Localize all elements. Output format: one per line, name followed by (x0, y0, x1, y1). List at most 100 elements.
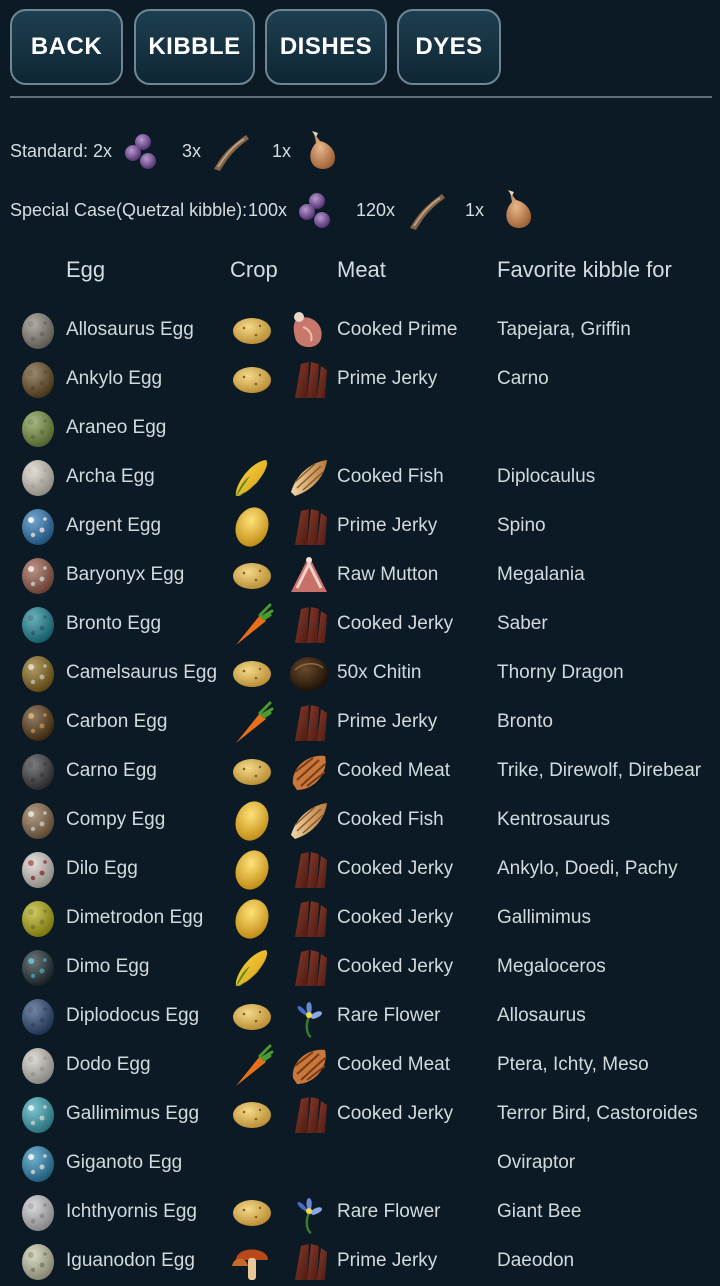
table-row: Carno Egg Cooked Meat Trike, Direwolf, Dir… (0, 746, 720, 795)
meat-name: Prime Jerky (337, 711, 438, 732)
egg-name: Allosaurus Egg (66, 319, 194, 340)
favorite-for: Kentrosaurus (497, 809, 611, 830)
egg-icon (20, 1045, 56, 1085)
back-button[interactable]: BACK (10, 9, 123, 85)
egg-icon (20, 1094, 56, 1134)
dyes-tab-button[interactable]: DYES (397, 9, 501, 85)
egg-icon (20, 408, 56, 448)
corn-icon (235, 950, 268, 986)
favorite-for: Diplocaulus (497, 466, 596, 487)
favorite-for: Allosaurus (497, 1005, 586, 1026)
meat-name: Cooked Meat (337, 760, 451, 781)
mushroom-icon (232, 1249, 268, 1280)
table-row: Dimo Egg Cooked Jerky Megaloceros (0, 942, 720, 991)
meat-name: 50x Chitin (337, 662, 422, 683)
meat-name: Prime Jerky (337, 515, 438, 536)
meat-name: Prime Jerky (337, 1250, 438, 1271)
special-meat-qty: 1x (465, 200, 485, 220)
jerky-icon (295, 1244, 327, 1280)
meat-name: Cooked Jerky (337, 858, 454, 879)
meat-name: Cooked Jerky (337, 956, 454, 977)
table-row: Giganoto Egg Oviraptor (0, 1138, 720, 1187)
fiber-icon (410, 194, 445, 230)
meat-name: Cooked Meat (337, 1054, 451, 1075)
jerky-icon (295, 607, 327, 643)
jerky-icon (295, 1097, 327, 1133)
jerky-icon (295, 705, 327, 741)
meat-name: Cooked Jerky (337, 907, 454, 928)
egg-icon (20, 947, 56, 987)
meat-name: Rare Flower (337, 1201, 441, 1222)
egg-icon (20, 898, 56, 938)
egg-name: Compy Egg (66, 809, 166, 830)
standard-meat-qty: 1x (272, 141, 292, 161)
potato-icon (233, 661, 271, 687)
flower-icon (297, 1002, 322, 1039)
special-fiber-qty: 120x (356, 200, 396, 220)
table-row: Argent Egg Prime Jerky Spino (0, 501, 720, 550)
favorite-for: Terror Bird, Castoroides (497, 1103, 698, 1124)
egg-name: Gallimimus Egg (66, 1103, 200, 1124)
favorite-column-header: Favorite kibble for (497, 257, 672, 282)
corn-icon (235, 460, 268, 496)
prime-meat-icon (293, 312, 322, 348)
potato-icon (233, 1004, 271, 1030)
table-row: Araneo Egg (0, 403, 720, 452)
potato-icon (233, 563, 271, 589)
egg-icon (20, 996, 56, 1036)
standard-fiber-qty: 3x (182, 141, 202, 161)
meat-name: Prime Jerky (337, 368, 438, 389)
egg-name: Dodo Egg (66, 1054, 151, 1075)
meat-name: Cooked Prime (337, 319, 458, 340)
egg-name: Archa Egg (66, 466, 155, 487)
egg-name: Giganoto Egg (66, 1152, 183, 1173)
table-row: Archa Egg Cooked Fish Diplocaulus (0, 452, 720, 501)
berries-icon (125, 134, 156, 169)
mutton-icon (291, 557, 327, 592)
carrot-icon (236, 603, 274, 645)
favorite-for: Gallimimus (497, 907, 591, 928)
kibble-tab-button[interactable]: KIBBLE (134, 9, 255, 85)
potato-icon (233, 759, 271, 785)
special-berries-qty: 100x (248, 200, 288, 220)
egg-name: Araneo Egg (66, 417, 167, 438)
egg-column-header: Egg (66, 257, 106, 282)
meat-name: Rare Flower (337, 1005, 441, 1026)
table-row: Gallimimus Egg Cooked Jerky Terror Bird, C… (0, 1089, 720, 1138)
cooked-meat-icon (292, 1049, 326, 1084)
lemon-icon (235, 899, 269, 939)
meat-icon (310, 131, 336, 169)
egg-icon (20, 653, 56, 693)
egg-name: Dimo Egg (66, 956, 150, 977)
egg-icon (20, 1192, 56, 1232)
lemon-icon (235, 507, 269, 547)
table-row: Diplodocus Egg Rare Flower Allosaurus (0, 991, 720, 1040)
dishes-tab-button[interactable]: DISHES (265, 9, 387, 85)
egg-icon (20, 1143, 56, 1183)
potato-icon (233, 318, 271, 344)
meat-name: Cooked Jerky (337, 1103, 454, 1124)
carrot-icon (236, 1044, 274, 1086)
jerky-icon (295, 852, 327, 888)
crop-column-header: Crop (230, 257, 278, 282)
favorite-for: Thorny Dragon (497, 662, 624, 683)
meat-name: Cooked Jerky (337, 613, 454, 634)
favorite-for: Ptera, Ichty, Meso (497, 1054, 649, 1075)
egg-icon (20, 555, 56, 595)
potato-icon (233, 1200, 271, 1226)
egg-name: Baryonyx Egg (66, 564, 185, 585)
table-row: Allosaurus Egg Cooked Prime Tapejara, Grif… (0, 305, 720, 354)
egg-icon (20, 310, 56, 350)
jerky-icon (295, 901, 327, 937)
meat-name: Raw Mutton (337, 564, 439, 585)
favorite-for: Saber (497, 613, 548, 634)
standard-label: Standard: (10, 141, 89, 161)
favorite-for: Oviraptor (497, 1152, 576, 1173)
favorite-for: Daeodon (497, 1250, 575, 1271)
egg-icon (20, 457, 56, 497)
meat-column-header: Meat (337, 257, 386, 282)
egg-icon (20, 604, 56, 644)
egg-name: Argent Egg (66, 515, 162, 536)
favorite-for: Tapejara, Griffin (497, 319, 631, 340)
flower-icon (297, 1198, 322, 1235)
